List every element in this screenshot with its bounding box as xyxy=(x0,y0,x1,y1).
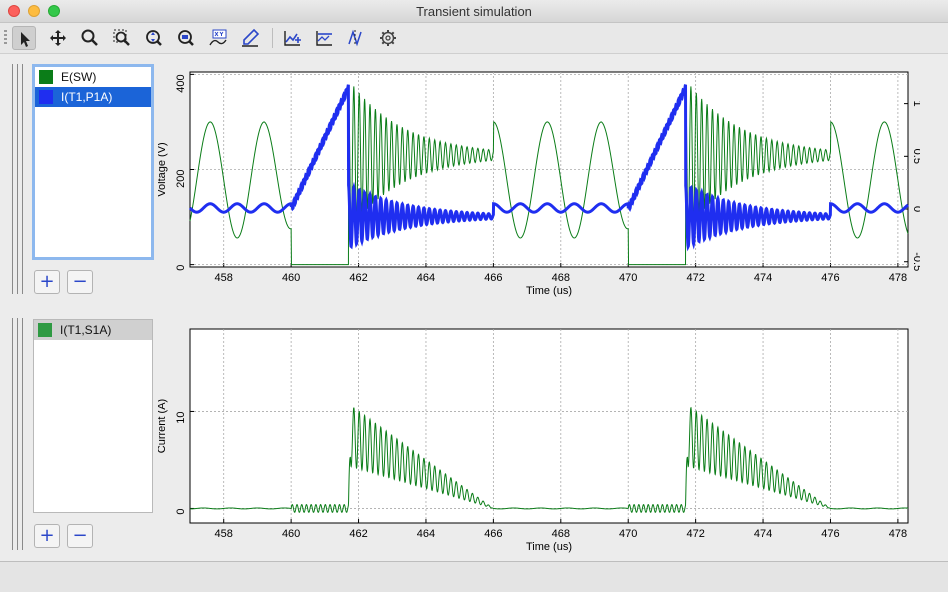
title-bar: Transient simulation xyxy=(0,0,948,23)
y-tick-label: 200 xyxy=(175,170,187,188)
panel2-splitter[interactable] xyxy=(12,318,13,550)
pan-icon xyxy=(50,30,66,46)
chart-1: 458 460 462 464 466 468 470 472 474 476 478 0 200 400… xyxy=(156,71,939,297)
x-tick-label: 460 xyxy=(282,528,300,540)
x-tick-label: 470 xyxy=(619,272,637,284)
cursor-measure-button[interactable] xyxy=(344,26,368,50)
panel2-splitter-line xyxy=(17,318,18,550)
x-tick-label: 472 xyxy=(686,528,704,540)
add-plot-button[interactable] xyxy=(280,26,304,50)
x-tick-label: 474 xyxy=(754,272,772,284)
cursor-icon xyxy=(348,29,362,47)
toolbar-separator xyxy=(272,28,273,48)
x-tick-label: 478 xyxy=(889,272,907,284)
legend-item-i-t1-p1a[interactable]: I(T1,P1A) xyxy=(35,87,151,107)
pen-icon xyxy=(242,28,260,47)
x-tick-label: 472 xyxy=(686,272,704,284)
panel1-splitter[interactable] xyxy=(12,64,13,294)
x-tick-label: 460 xyxy=(282,272,300,284)
x-tick-label: 476 xyxy=(821,272,839,284)
y-tick-label: 400 xyxy=(175,74,187,92)
series-swatch xyxy=(39,90,53,104)
x-tick-label: 458 xyxy=(215,528,233,540)
series-swatch xyxy=(39,70,53,84)
panel1-add-trace-button[interactable]: + xyxy=(34,270,60,294)
y2-tick-label: -0.5 xyxy=(911,252,920,271)
x-tick-label: 464 xyxy=(417,528,435,540)
legend-item-e-sw[interactable]: E(SW) xyxy=(35,67,151,87)
panel1-legend[interactable]: E(SW) I(T1,P1A) xyxy=(32,64,154,260)
y-axis-label: Current (A) xyxy=(158,399,168,453)
x-tick-label: 458 xyxy=(215,272,233,284)
panel2-remove-trace-button[interactable]: − xyxy=(67,524,93,548)
pen-tool-button[interactable] xyxy=(238,26,262,50)
x-tick-label: 466 xyxy=(484,272,502,284)
x-tick-label: 476 xyxy=(821,528,839,540)
settings-button[interactable] xyxy=(376,26,400,50)
x-axis-label: Time (us) xyxy=(526,285,572,297)
panel1-splitter-line xyxy=(17,64,18,294)
window-title: Transient simulation xyxy=(416,4,532,19)
x-tick-label: 462 xyxy=(349,528,367,540)
add-plot-2-icon xyxy=(316,31,332,46)
legend-item-i-t1-s1a[interactable]: I(T1,S1A) xyxy=(34,320,152,340)
zoom-rect-tool-button[interactable] xyxy=(110,26,134,50)
panel1-splitter-line xyxy=(22,64,23,294)
pan-tool-button[interactable] xyxy=(46,26,70,50)
pointer-icon xyxy=(21,32,30,47)
toolbar xyxy=(0,23,948,54)
x-tick-label: 478 xyxy=(889,528,907,540)
zoom-fit-icon xyxy=(178,30,194,46)
x-tick-label: 464 xyxy=(417,272,435,284)
chart-2: 458 460 462 464 466 468 470 472 474 476 478 0 10 Time… xyxy=(156,328,909,553)
zoom-y-tool-button[interactable] xyxy=(142,26,166,50)
gear-icon xyxy=(380,30,396,46)
x-tick-label: 466 xyxy=(484,528,502,540)
zoom-icon xyxy=(81,29,98,46)
plot-area xyxy=(189,71,909,268)
xy-axis-tool-button[interactable] xyxy=(206,26,230,50)
y-tick-label: 0 xyxy=(175,508,187,514)
panel2-legend[interactable]: I(T1,S1A) xyxy=(33,319,153,513)
add-plot-icon xyxy=(284,31,301,46)
status-bar xyxy=(0,561,948,592)
x-tick-label: 468 xyxy=(552,528,570,540)
pointer-tool-button[interactable] xyxy=(12,26,36,50)
y-axis-label: Voltage (V) xyxy=(158,142,168,196)
xy-axis-icon xyxy=(209,29,227,46)
x-tick-label: 468 xyxy=(552,272,570,284)
zoom-rect-icon xyxy=(113,29,130,46)
panel1-remove-trace-button[interactable]: − xyxy=(67,270,93,294)
toolbar-grip[interactable] xyxy=(4,30,7,46)
x-tick-label: 470 xyxy=(619,528,637,540)
panel2-splitter-line xyxy=(22,318,23,550)
plot-panel-2[interactable]: 458 460 462 464 466 468 470 472 474 476 478 0 10 Time… xyxy=(156,318,920,554)
y2-tick-label: 0 xyxy=(911,206,920,212)
x-tick-label: 462 xyxy=(349,272,367,284)
zoom-y-icon xyxy=(146,30,162,46)
add-plot-2-button[interactable] xyxy=(312,26,336,50)
zoom-tool-button[interactable] xyxy=(78,26,102,50)
y2-tick-label: 1 xyxy=(911,101,920,107)
plot-panel-1[interactable]: 458 460 462 464 466 468 470 472 474 476 478 0 200 400… xyxy=(156,64,939,300)
series-swatch xyxy=(38,323,52,337)
y-tick-label: 0 xyxy=(175,265,187,271)
x-axis-label: Time (us) xyxy=(526,541,572,553)
zoom-fit-tool-button[interactable] xyxy=(174,26,198,50)
y2-tick-label: 0.5 xyxy=(911,149,920,164)
y-tick-label: 10 xyxy=(175,411,187,423)
panel2-add-trace-button[interactable]: + xyxy=(34,524,60,548)
x-tick-label: 474 xyxy=(754,528,772,540)
